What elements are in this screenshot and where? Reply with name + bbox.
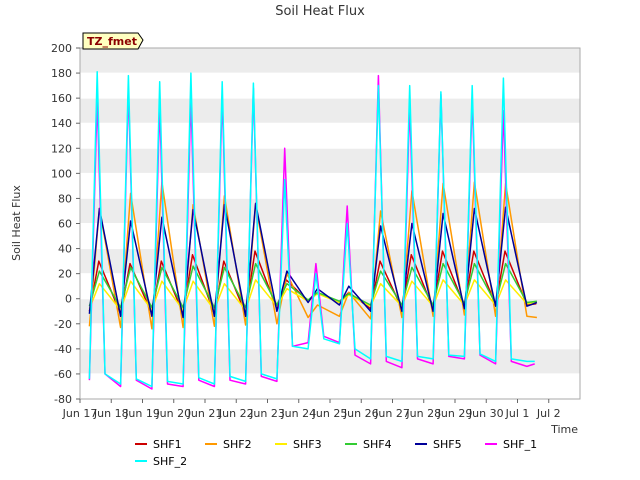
y-tick-label: -80 [54, 393, 72, 406]
x-tick-label: Jun 28 [405, 407, 441, 420]
y-tick-label: 140 [51, 117, 72, 130]
x-tick-label: Jun 24 [280, 407, 316, 420]
y-tick-label: -60 [54, 368, 72, 381]
legend-label-shf1: SHF1 [153, 438, 182, 451]
legend-label-shf3: SHF3 [293, 438, 322, 451]
y-tick-label: 120 [51, 142, 72, 155]
x-tick-label: Jun 17 [62, 407, 98, 420]
y-tick-label: 80 [58, 192, 72, 205]
x-tick-label: Jun 18 [93, 407, 129, 420]
x-tick-label: Jun 26 [343, 407, 379, 420]
legend-label-shf2: SHF2 [223, 438, 252, 451]
x-tick-label: Jun 30 [468, 407, 504, 420]
plot-band [80, 48, 580, 74]
x-tick-label: Jun 20 [155, 407, 191, 420]
x-tick-label: Jun 27 [374, 407, 410, 420]
y-tick-label: -40 [54, 343, 72, 356]
plot-band [80, 348, 580, 374]
y-tick-label: 200 [51, 42, 72, 55]
y-axis-ticks: -80 -60 -40 -20 0 20 40 60 80 100 120 140 160 180 200 [51, 42, 80, 406]
x-axis-label: Time [550, 423, 578, 436]
y-tick-label: 60 [58, 218, 72, 231]
y-tick-label: 0 [65, 293, 72, 306]
x-tick-label: Jun 29 [437, 407, 473, 420]
chart-title: Soil Heat Flux [275, 4, 365, 19]
y-tick-label: -20 [54, 318, 72, 331]
legend-label-shf4: SHF4 [363, 438, 392, 451]
y-tick-label: 160 [51, 92, 72, 105]
x-tick-label: Jun 25 [312, 407, 348, 420]
site-badge-label: TZ_fmet [87, 35, 137, 48]
x-tick-label: Jun 23 [249, 407, 285, 420]
site-badge: TZ_fmet [82, 32, 144, 50]
y-tick-label: 20 [58, 268, 72, 281]
x-tick-label: Jul 2 [536, 407, 561, 420]
y-axis-label: Soil Heat Flux [10, 185, 23, 261]
y-tick-label: 40 [58, 243, 72, 256]
soil-heat-flux-chart: Soil Heat Flux -80 -60 -40 -20 0 20 40 60 80 100 1… [10, 4, 581, 468]
y-tick-label: 180 [51, 67, 72, 80]
legend-label-shf-2: SHF_2 [153, 455, 187, 468]
x-tick-label: Jul 1 [505, 407, 530, 420]
x-axis-ticks: Jun 17Jun 18Jun 19Jun 20Jun 21Jun 22Jun … [62, 399, 561, 420]
legend-label-shf5: SHF5 [433, 438, 462, 451]
legend: SHF1 SHF2 SHF3 SHF4 SHF5 SHF_1 SHF_2 [135, 438, 537, 468]
y-tick-label: 100 [51, 167, 72, 180]
legend-label-shf-1: SHF_1 [503, 438, 537, 451]
x-tick-label: Jun 21 [187, 407, 223, 420]
x-tick-label: Jun 22 [218, 407, 254, 420]
x-tick-label: Jun 19 [124, 407, 160, 420]
